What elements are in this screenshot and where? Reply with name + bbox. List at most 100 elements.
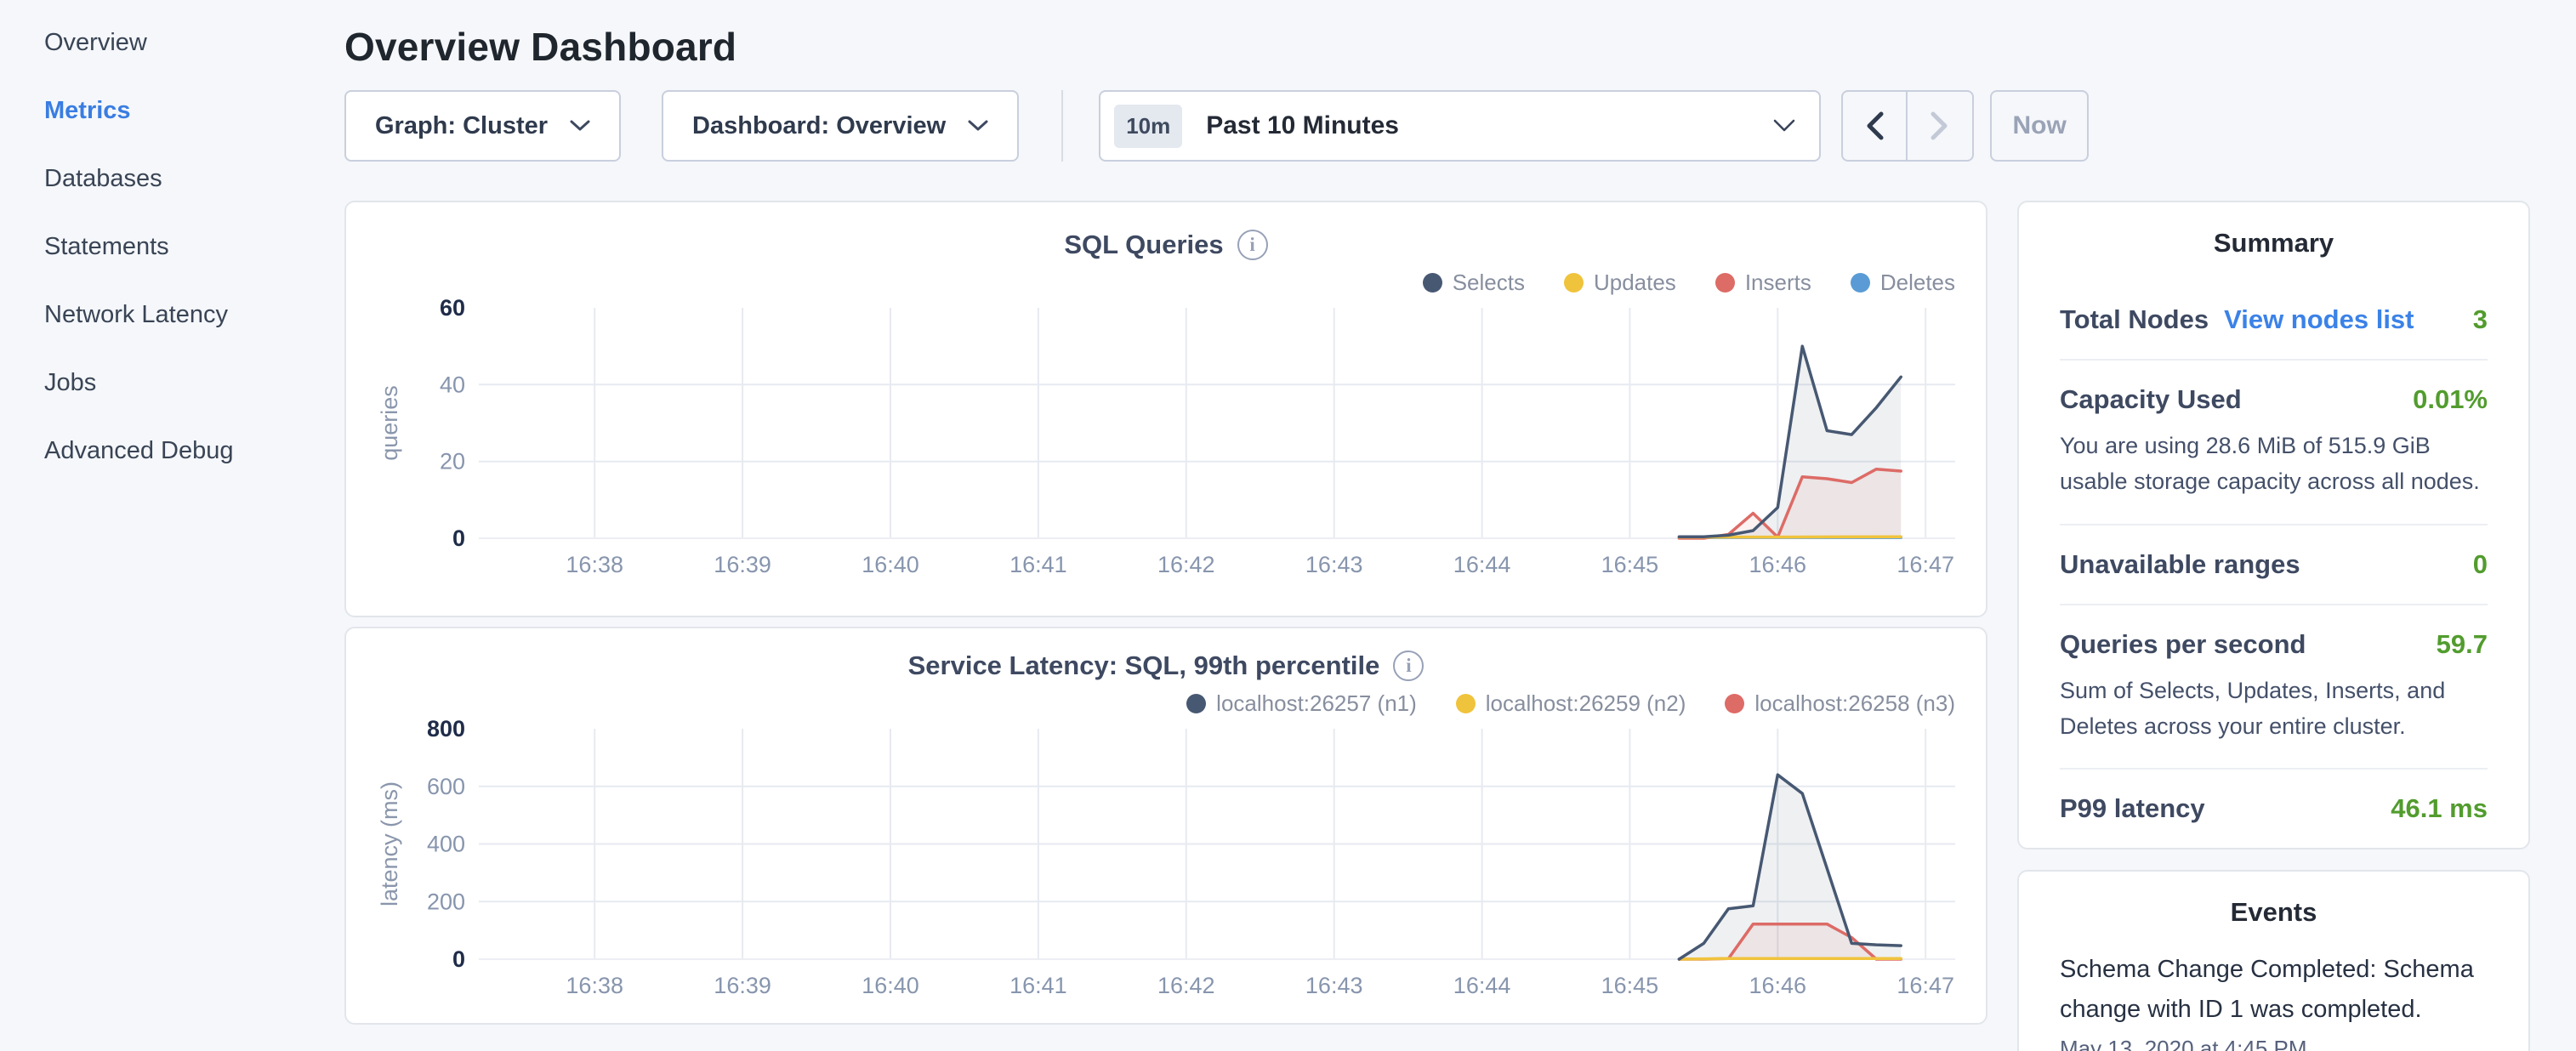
sql-queries-chart[interactable]: 16:3816:3916:4016:4116:4216:4316:4416:45… [377, 298, 1955, 588]
legend-dot [1423, 273, 1442, 293]
summary-row-total-nodes: Total Nodes View nodes list 3 [2060, 281, 2488, 361]
legend-item: Updates [1564, 270, 1676, 296]
summary-row-subtext: You are using 28.6 MiB of 515.9 GiB usab… [2060, 429, 2488, 500]
legend-label: Selects [1453, 270, 1525, 296]
sidebar-item-statements[interactable]: Statements [44, 213, 340, 281]
summary-panel: Summary Total Nodes View nodes list 3 Ca… [2017, 201, 2530, 849]
svg-text:latency (ms): latency (ms) [377, 781, 402, 906]
sidebar-item-label: Metrics [44, 97, 131, 125]
graph-scope-dropdown[interactable]: Graph: Cluster [344, 90, 621, 162]
summary-row-value: 3 [2473, 304, 2488, 335]
sidebar-item-advanced-debug[interactable]: Advanced Debug [44, 417, 340, 485]
sidebar-item-databases[interactable]: Databases [44, 145, 340, 213]
sidebar-item-jobs[interactable]: Jobs [44, 349, 340, 417]
service-latency-chart[interactable]: 16:38 16:39 16:40 16:41 16:42 16:43 16:44 16:45… [377, 719, 1955, 1008]
svg-text:16:42: 16:42 [1157, 973, 1215, 998]
sql-queries-card: SQL Queries i Selects Updates Inserts De… [344, 201, 1987, 617]
sidebar-item-label: Databases [44, 165, 162, 193]
summary-row-capacity-used: Capacity Used 0.01% You are using 28.6 M… [2060, 361, 2488, 526]
chevron-down-icon [1773, 119, 1795, 133]
info-icon[interactable]: i [1237, 230, 1268, 260]
legend-item: localhost:26259 (n2) [1456, 690, 1686, 717]
controls-divider [1061, 90, 1063, 162]
svg-text:16:45: 16:45 [1601, 973, 1659, 998]
summary-row-label: P99 latency [2060, 793, 2205, 824]
legend-label: localhost:26257 (n1) [1216, 690, 1417, 717]
svg-text:16:38: 16:38 [566, 552, 623, 577]
controls-bar: Graph: Cluster Dashboard: Overview 10m P… [344, 90, 2530, 162]
page-title: Overview Dashboard [344, 24, 2530, 70]
legend-item: Selects [1423, 270, 1525, 296]
summary-row-p99-latency: P99 latency 46.1 ms [2060, 770, 2488, 848]
legend-item: localhost:26258 (n3) [1725, 690, 1955, 717]
events-panel: Events Schema Change Completed: Schema c… [2017, 870, 2530, 1051]
svg-text:16:42: 16:42 [1157, 552, 1215, 577]
dashboard-dropdown[interactable]: Dashboard: Overview [662, 90, 1019, 162]
svg-text:600: 600 [427, 774, 465, 799]
legend-item: Inserts [1715, 270, 1811, 296]
legend-label: Deletes [1880, 270, 1955, 296]
summary-row-value: 46.1 ms [2391, 793, 2488, 824]
summary-row-subtext: Sum of Selects, Updates, Inserts, and De… [2060, 673, 2488, 745]
sidebar: Overview Metrics Databases Statements Ne… [0, 0, 340, 1051]
view-nodes-list-link[interactable]: View nodes list [2224, 304, 2414, 335]
event-timestamp: May 13, 2020 at 4:45 PM [2060, 1036, 2488, 1051]
legend-item: localhost:26257 (n1) [1186, 690, 1417, 717]
time-step-back-button[interactable] [1843, 92, 1908, 160]
svg-text:16:39: 16:39 [714, 973, 771, 998]
now-button[interactable]: Now [1990, 90, 2089, 162]
service-latency-card: Service Latency: SQL, 99th percentile i … [344, 627, 1987, 1025]
svg-text:16:41: 16:41 [1009, 973, 1067, 998]
svg-text:16:40: 16:40 [862, 973, 919, 998]
main-content: Overview Dashboard Graph: Cluster Dashbo… [340, 0, 2576, 1051]
right-column: Summary Total Nodes View nodes list 3 Ca… [2017, 201, 2530, 1051]
chart-title: Service Latency: SQL, 99th percentile [908, 650, 1380, 681]
legend-dot [1564, 273, 1584, 293]
info-icon[interactable]: i [1393, 650, 1424, 681]
summary-row-label: Total Nodes [2060, 304, 2209, 335]
legend-dot [1851, 273, 1870, 293]
time-step-forward-button[interactable] [1908, 92, 1972, 160]
summary-row-value: 0 [2473, 549, 2488, 580]
chart-legend: Selects Updates Inserts Deletes [377, 269, 1955, 296]
svg-text:800: 800 [427, 719, 465, 741]
time-range-badge: 10m [1114, 105, 1182, 148]
svg-text:16:40: 16:40 [862, 552, 919, 577]
svg-text:16:47: 16:47 [1896, 973, 1954, 998]
svg-text:16:47: 16:47 [1896, 552, 1954, 577]
sidebar-item-overview[interactable]: Overview [44, 9, 340, 77]
svg-text:400: 400 [427, 832, 465, 857]
svg-text:16:44: 16:44 [1453, 552, 1511, 577]
charts-column: SQL Queries i Selects Updates Inserts De… [344, 201, 1987, 1025]
summary-row-label: Queries per second [2060, 629, 2306, 660]
legend-item: Deletes [1851, 270, 1955, 296]
chart-title: SQL Queries [1064, 230, 1223, 260]
events-title: Events [2060, 897, 2488, 928]
summary-title: Summary [2060, 228, 2488, 258]
svg-text:16:44: 16:44 [1453, 973, 1511, 998]
svg-text:16:43: 16:43 [1305, 973, 1363, 998]
legend-label: Updates [1594, 270, 1676, 296]
legend-dot [1715, 273, 1735, 293]
chart-legend: localhost:26257 (n1) localhost:26259 (n2… [377, 690, 1955, 717]
legend-dot [1456, 694, 1476, 713]
svg-text:16:39: 16:39 [714, 552, 771, 577]
event-list-item[interactable]: Schema Change Completed: Schema change w… [2060, 950, 2488, 1051]
time-range-label: Past 10 Minutes [1206, 111, 1399, 140]
graph-scope-dropdown-label: Graph: Cluster [375, 112, 548, 140]
summary-row-unavailable-ranges: Unavailable ranges 0 [2060, 526, 2488, 605]
svg-text:16:41: 16:41 [1009, 552, 1067, 577]
sidebar-item-network-latency[interactable]: Network Latency [44, 281, 340, 349]
legend-label: localhost:26258 (n3) [1754, 690, 1955, 717]
svg-text:16:38: 16:38 [566, 973, 623, 998]
summary-row-value: 0.01% [2413, 384, 2488, 415]
svg-text:60: 60 [440, 298, 465, 321]
sidebar-item-label: Statements [44, 233, 169, 261]
sidebar-item-metrics[interactable]: Metrics [44, 77, 340, 145]
chevron-right-icon [1931, 111, 1949, 140]
sidebar-item-label: Network Latency [44, 301, 228, 329]
dashboard-body: SQL Queries i Selects Updates Inserts De… [344, 201, 2530, 1051]
time-range-picker[interactable]: 10m Past 10 Minutes [1099, 90, 1821, 162]
svg-text:20: 20 [440, 449, 465, 474]
summary-row-label: Capacity Used [2060, 384, 2242, 415]
